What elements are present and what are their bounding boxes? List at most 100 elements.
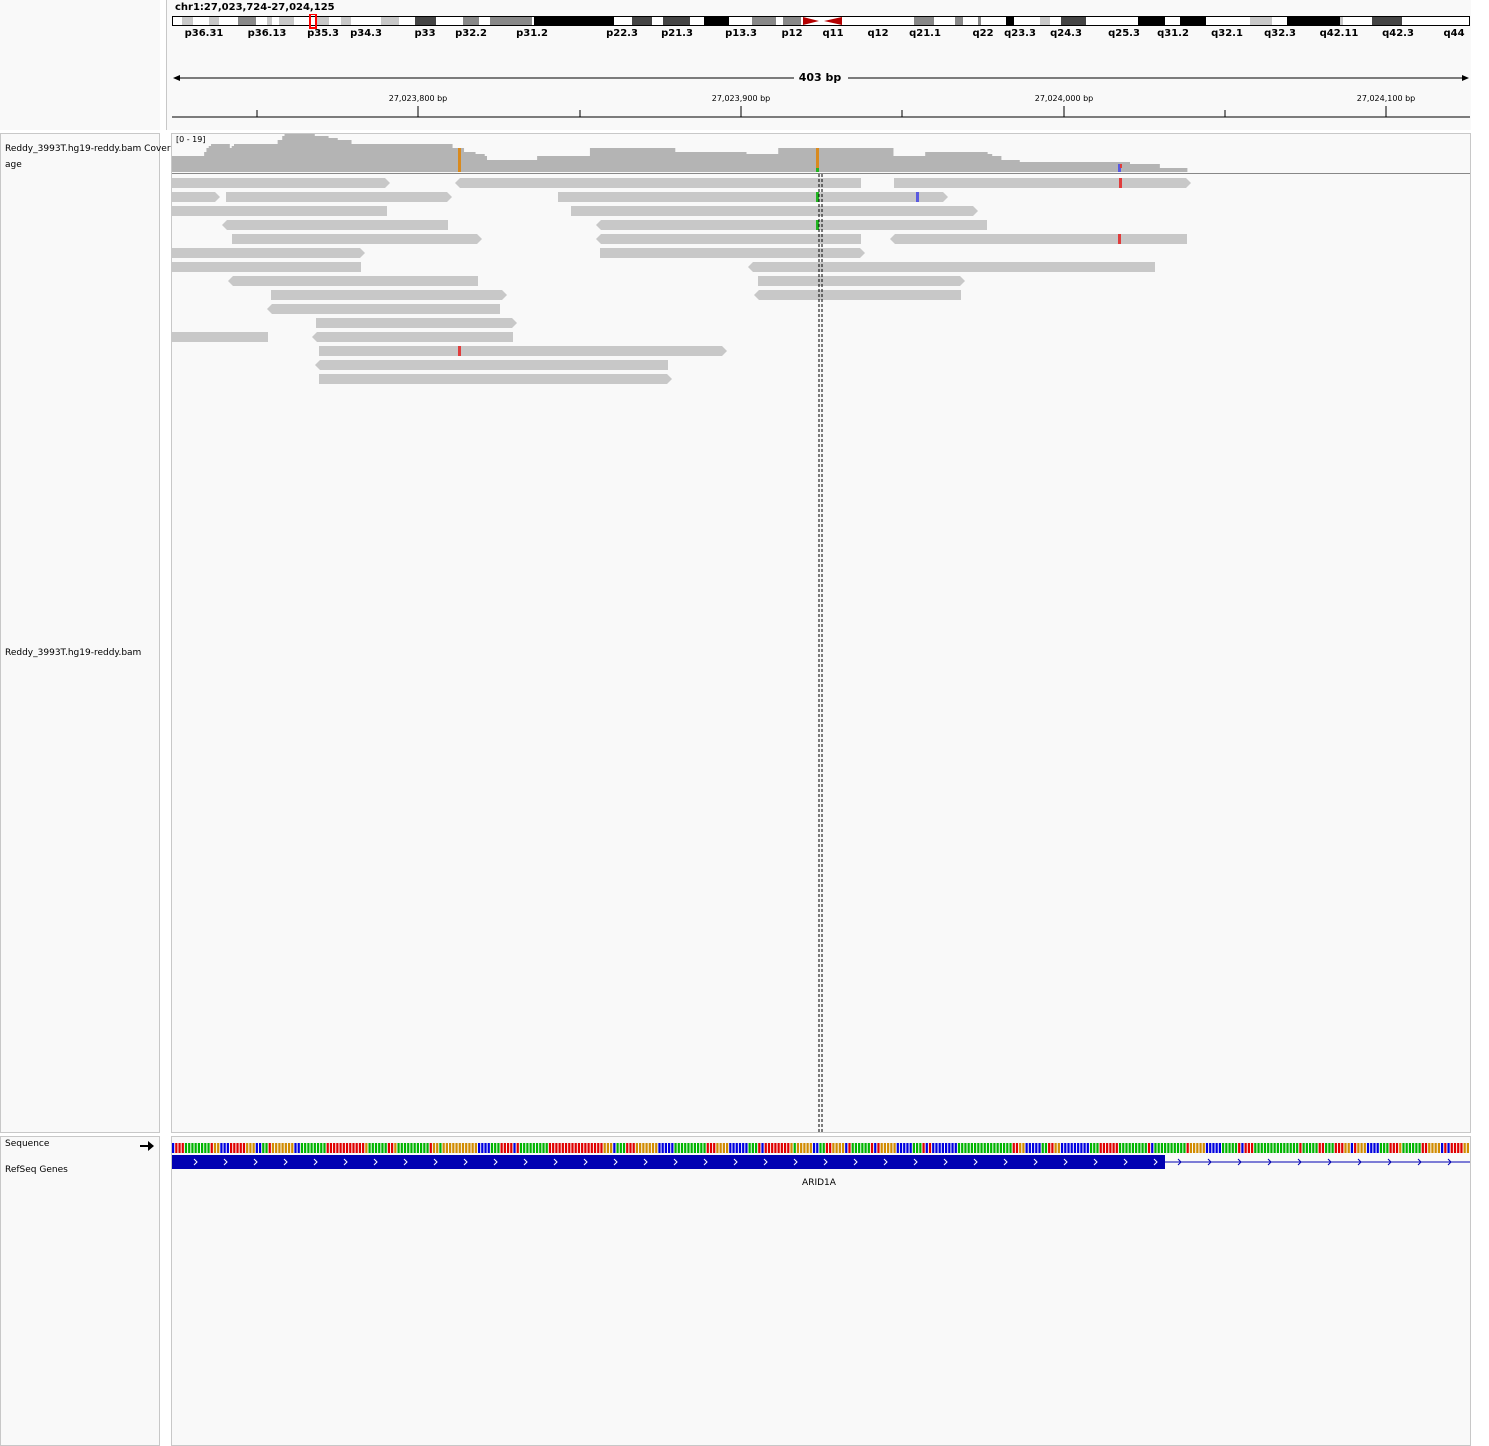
coverage-bar	[938, 152, 942, 172]
coverage-bar	[661, 148, 664, 172]
gene-track[interactable]	[172, 1152, 1470, 1172]
coverage-bar	[1079, 162, 1082, 172]
coverage-bar	[716, 152, 719, 172]
coverage-bar	[1058, 162, 1062, 172]
band-label: p35.3	[307, 28, 339, 39]
coverage-bar	[837, 148, 841, 172]
coverage-bar	[895, 156, 899, 172]
coverage-bar	[587, 156, 591, 172]
coverage-bar	[1122, 162, 1126, 172]
position-ruler[interactable]	[172, 90, 1470, 120]
refseq-genes-track-label[interactable]: RefSeq Genes	[5, 1165, 68, 1175]
coverage-bar	[562, 156, 566, 172]
chromosome-band	[1006, 17, 1014, 25]
coverage-bar	[803, 148, 807, 172]
coverage-bar	[525, 160, 529, 172]
coverage-bar	[1014, 160, 1018, 172]
aligned-read	[455, 178, 861, 188]
coverage-bar	[755, 154, 758, 172]
coverage-bar	[690, 152, 694, 172]
band-label: q44	[1443, 28, 1464, 39]
aligned-read	[600, 248, 865, 258]
chromosome-ideogram[interactable]: p36.31 p36.13 p35.3 p34.3 p33 p32.2 p31.2 p22.3…	[172, 13, 1470, 44]
coverage-bar	[1085, 162, 1089, 172]
chromosome-band	[381, 17, 399, 25]
coverage-bar	[1180, 168, 1183, 172]
coverage-bar	[780, 148, 784, 172]
coverage-bar	[950, 152, 954, 172]
coverage-bar	[819, 148, 823, 172]
chromosome-band	[704, 17, 729, 25]
read-mismatch	[458, 346, 461, 356]
coverage-mismatch	[458, 148, 461, 172]
coverage-bar	[213, 144, 217, 172]
coverage-bar	[863, 148, 866, 172]
name-panel-data	[0, 133, 160, 1133]
coverage-bar	[183, 156, 187, 172]
alignment-track-label[interactable]: Reddy_3993T.hg19-reddy.bam	[5, 648, 141, 658]
coverage-bar	[337, 140, 341, 172]
coverage-bar	[622, 148, 625, 172]
coverage-bar	[759, 154, 763, 172]
coverage-bar	[569, 156, 572, 172]
coverage-bar	[1159, 168, 1163, 172]
coverage-bar	[429, 144, 432, 172]
coverage-bar	[961, 152, 965, 172]
coverage-bar	[651, 148, 655, 172]
coverage-bar	[254, 144, 258, 172]
coverage-bar	[1152, 164, 1156, 172]
coverage-bar	[222, 144, 226, 172]
coverage-bar	[1051, 162, 1055, 172]
coverage-bar	[495, 160, 499, 172]
chromosome-band	[1287, 17, 1340, 25]
coverage-bar	[945, 152, 949, 172]
coverage-bar	[463, 152, 467, 172]
coverage-mismatch	[816, 148, 819, 168]
gene-name-label[interactable]: ARID1A	[769, 1178, 869, 1188]
chromosome-band	[1372, 17, 1402, 25]
chromosome-band	[1340, 17, 1343, 25]
coverage-track[interactable]	[172, 134, 1470, 174]
coverage-bar	[856, 148, 860, 172]
right-arrow-icon[interactable]	[139, 1137, 155, 1151]
coverage-bar	[645, 148, 648, 172]
coverage-bar	[1177, 168, 1181, 172]
coverage-bar	[987, 154, 990, 172]
coverage-bar	[647, 148, 651, 172]
coverage-bar	[431, 144, 435, 172]
coverage-bar	[197, 156, 200, 172]
coverage-bar	[957, 152, 961, 172]
coverage-bar	[527, 160, 531, 172]
aligned-read	[232, 234, 482, 244]
chromosome-band	[209, 17, 219, 25]
coverage-bar	[748, 154, 752, 172]
coverage-bar	[785, 148, 788, 172]
coverage-bar	[442, 144, 446, 172]
coverage-bar	[927, 152, 931, 172]
coverage-bar	[964, 152, 967, 172]
sequence-track-label[interactable]: Sequence	[5, 1139, 49, 1149]
coverage-bar	[302, 134, 306, 172]
sequence-track[interactable]	[172, 1138, 1470, 1153]
coverage-bar	[229, 148, 233, 172]
coverage-bar	[1104, 162, 1108, 172]
aligned-read	[172, 248, 365, 258]
chromosome-band	[914, 17, 934, 25]
ruler-label: 27,023,900 bp	[711, 94, 771, 103]
coverage-bar	[612, 148, 616, 172]
aligned-read	[172, 332, 268, 342]
chromosome-band	[783, 17, 801, 25]
coverage-bar	[305, 134, 308, 172]
coverage-bar	[619, 148, 623, 172]
coverage-bar	[279, 140, 283, 172]
coverage-bar	[640, 148, 644, 172]
coverage-bar	[355, 144, 359, 172]
coverage-track-label[interactable]: Reddy_3993T.hg19-reddy.bam Coverage	[5, 141, 172, 175]
coverage-bar	[204, 152, 207, 172]
coverage-bar	[410, 144, 414, 172]
coverage-bar	[277, 140, 281, 172]
coverage-bar	[608, 148, 612, 172]
coverage-bar	[615, 148, 618, 172]
coverage-bar	[571, 156, 575, 172]
coverage-bar	[394, 144, 398, 172]
